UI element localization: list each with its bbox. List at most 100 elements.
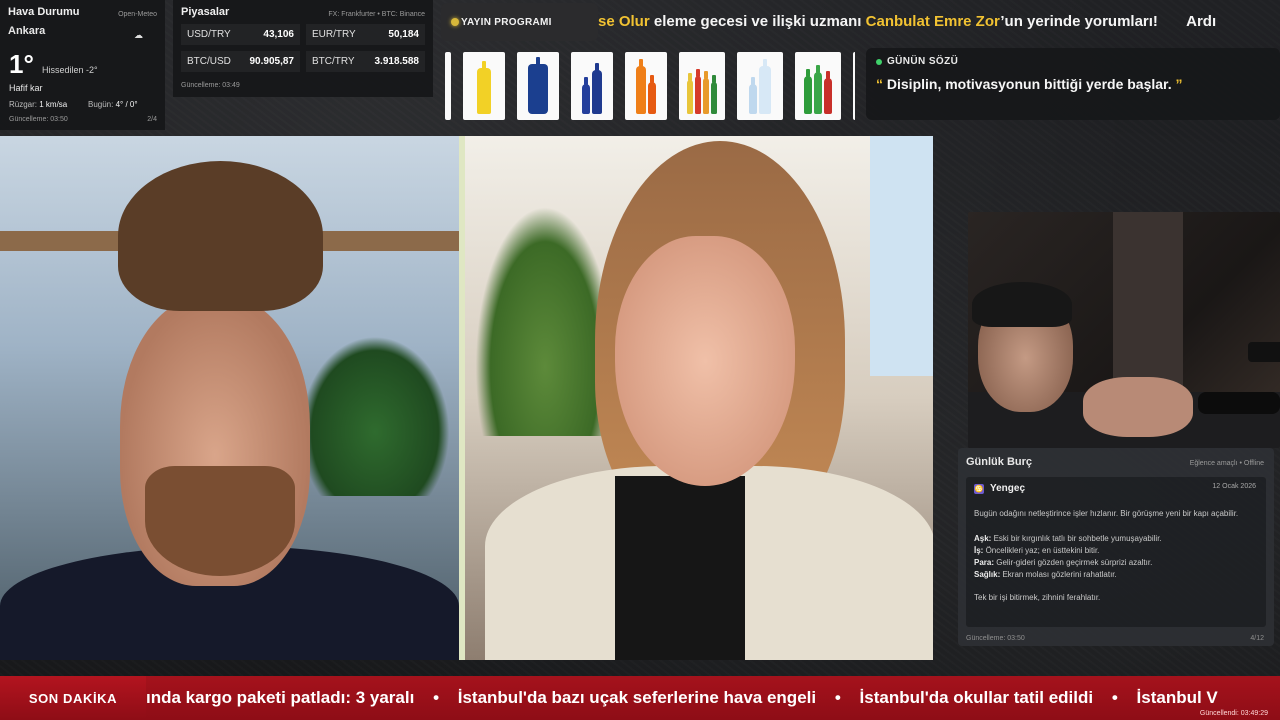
- markets-source: FX: Frankfurter • BTC: Binance: [328, 11, 425, 18]
- bottle-icon: [749, 84, 757, 114]
- horoscope-line-text: Gelir-gideri gözden geçirmek sürprizi az…: [996, 558, 1153, 567]
- bottle-icon: [824, 78, 832, 114]
- markets-widget: Piyasalar FX: Frankfurter • BTC: Binance…: [173, 0, 433, 97]
- horoscope-line-label: Sağlık:: [974, 570, 1001, 579]
- product-card-partial: [853, 52, 855, 120]
- streamer-webcam: [968, 212, 1280, 448]
- bottle-icon: [687, 80, 693, 114]
- weather-condition: Hafif kar: [9, 83, 43, 93]
- horoscope-line-label: Aşk:: [974, 534, 992, 543]
- bottle-icon: [814, 72, 822, 114]
- quote-header: GÜNÜN SÖZÜ: [876, 56, 1270, 67]
- horoscope-updated: Güncelleme: 03:50: [966, 635, 1025, 642]
- news-separator: •: [433, 688, 440, 707]
- bottle-icon: [804, 76, 812, 114]
- bottle-icon: [648, 82, 656, 114]
- weather-wind: Rüzgar: 1 km/sa: [9, 100, 67, 109]
- product-blue-bottles: [571, 52, 613, 120]
- product-can: [517, 52, 559, 120]
- market-value: 43,106: [263, 29, 294, 40]
- news-item: İstanbul V: [1136, 688, 1218, 707]
- quote-open-mark: “: [876, 76, 883, 92]
- breaking-news-bar: SON DAKİKA ında kargo paketi patladı: 3 …: [0, 676, 1280, 720]
- horoscope-line-work: İş: Öncelikleri yaz; en üsttekini bitir.: [974, 545, 1258, 557]
- weather-widget: Hava Durumu Open-Meteo Ankara ☁ 1° Hisse…: [0, 0, 165, 130]
- news-item: İstanbul'da bazı uçak seferlerine hava e…: [457, 688, 817, 707]
- horoscope-card: ♋ Yengeç 12 Ocak 2026 Bugün odağını netl…: [966, 477, 1266, 627]
- program-dot-icon: [451, 18, 459, 26]
- product-orange-soda: [625, 52, 667, 120]
- quote-of-the-day: GÜNÜN SÖZÜ “ Disiplin, motivasyonun bitt…: [866, 48, 1280, 120]
- horoscope-page-indicator: 4/12: [1250, 635, 1264, 642]
- product-lemon-soda: [463, 52, 505, 120]
- ticker-text-end: ’un yerinde yorumları!: [1000, 13, 1158, 30]
- bottle-icon: [636, 66, 646, 114]
- ticker-highlight-show: se Olur: [598, 13, 650, 30]
- horoscope-line-text: Eski bir kırgınlık tatlı bir sohbetle yu…: [993, 534, 1162, 543]
- news-separator: •: [1111, 688, 1118, 707]
- horoscope-date: 12 Ocak 2026: [1212, 483, 1256, 490]
- market-cell: EUR/TRY 50,184: [306, 24, 425, 45]
- main-video-feed: [0, 136, 933, 660]
- cloud-snow-icon: ☁: [134, 30, 143, 40]
- video-plant: [300, 336, 450, 496]
- market-value: 50,184: [388, 29, 419, 40]
- weather-temperature: 1°: [9, 49, 34, 79]
- horoscope-line-health: Sağlık: Ekran molası gözlerini rahatlatı…: [974, 569, 1258, 581]
- weather-feels-like: Hissedilen -2°: [42, 65, 98, 75]
- microphone-icon: [1198, 392, 1280, 414]
- top-ticker: se Olur eleme gecesi ve ilişki uzmanı Ca…: [598, 8, 1280, 36]
- video-right-panel: [465, 136, 933, 660]
- quote-text: “ Disiplin, motivasyonun bittiği yerde b…: [876, 76, 1270, 92]
- bottle-icon: [477, 68, 491, 114]
- breaking-news-ticker: ında kargo paketi patladı: 3 yaralı • İs…: [146, 676, 1280, 720]
- person-right-top: [615, 476, 745, 660]
- bottle-icon: [592, 70, 602, 114]
- horoscope-sign-name: Yengeç: [990, 483, 1026, 494]
- quote-title: GÜNÜN SÖZÜ: [887, 56, 959, 67]
- ticker-next: Ardı: [1186, 13, 1217, 30]
- news-updated: Güncellendi: 03:49:29: [1199, 710, 1268, 717]
- horoscope-line-text: Ekran molası gözlerini rahatlatır.: [1002, 570, 1117, 579]
- market-symbol: BTC/USD: [187, 56, 231, 67]
- quote-body: Disiplin, motivasyonun bittiği yerde baş…: [886, 76, 1172, 92]
- bottle-icon: [695, 76, 701, 114]
- quote-dot-icon: [876, 58, 882, 65]
- product-green-soda: [795, 52, 841, 120]
- market-cell: USD/TRY 43,106: [181, 24, 300, 45]
- weather-source: Open-Meteo: [118, 11, 157, 18]
- streamer-hand: [1083, 377, 1193, 437]
- news-item: İstanbul'da okullar tatil edildi: [859, 688, 1094, 707]
- program-label: YAYIN PROGRAMI: [461, 16, 552, 28]
- news-separator: •: [834, 688, 841, 707]
- product-multi-soda: [679, 52, 725, 120]
- market-cell: BTC/TRY 3.918.588: [306, 51, 425, 72]
- news-item: ında kargo paketi patladı: 3 yaralı: [146, 688, 415, 707]
- quote-close-mark: ”: [1175, 76, 1183, 92]
- horoscope-note: Eğlence amaçlı • Offline: [1189, 460, 1264, 467]
- markets-grid: USD/TRY 43,106 EUR/TRY 50,184 BTC/USD 90…: [181, 24, 425, 72]
- market-symbol: USD/TRY: [187, 29, 231, 40]
- weather-today-value: 4° / 0°: [115, 100, 138, 109]
- horoscope-tip: Tek bir işi bitirmek, zihnini ferahlatır…: [974, 593, 1101, 602]
- product-strip: [445, 52, 855, 122]
- horoscope-line-love: Aşk: Eski bir kırgınlık tatlı bir sohbet…: [974, 533, 1258, 545]
- person-right-face: [615, 236, 795, 486]
- breaking-news-label: SON DAKİKA: [0, 676, 146, 720]
- ticker-text: eleme gecesi ve ilişki uzmanı: [649, 13, 866, 30]
- horoscope-lines: Aşk: Eski bir kırgınlık tatlı bir sohbet…: [974, 533, 1258, 581]
- horoscope-line-label: Para:: [974, 558, 995, 567]
- ticker-highlight-name: Canbulat Emre Zor: [865, 13, 1001, 30]
- market-value: 3.918.588: [374, 56, 420, 67]
- weather-page-indicator: 2/4: [147, 116, 157, 123]
- market-cell: BTC/USD 90.905,87: [181, 51, 300, 72]
- bottle-icon: [711, 82, 717, 114]
- markets-updated: Güncelleme: 03:49: [181, 82, 240, 89]
- horoscope-intro: Bugün odağını netleştirince işler hızlan…: [974, 509, 1239, 518]
- market-symbol: EUR/TRY: [312, 29, 356, 40]
- daily-horoscope-widget: Günlük Burç Eğlence amaçlı • Offline ♋ Y…: [958, 448, 1274, 646]
- horoscope-line-label: İş:: [974, 546, 984, 555]
- bottle-icon: [582, 84, 590, 114]
- weather-today-label: Bugün:: [88, 100, 114, 109]
- webcam-lamp: [1248, 342, 1280, 362]
